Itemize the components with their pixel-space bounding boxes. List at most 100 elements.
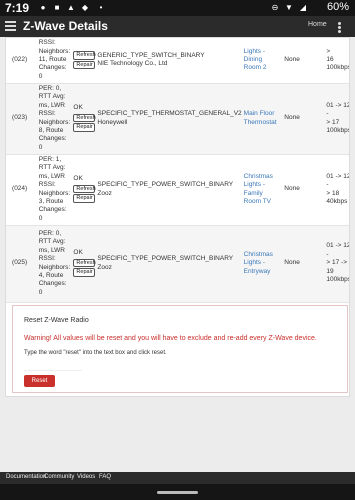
reset-warning: Warning! All values will be reset and yo… (24, 335, 317, 342)
device-stat-line: 11, Route (38, 56, 67, 64)
repair-button[interactable]: Repair (73, 60, 96, 70)
device-type: SPECIFIC_TYPE_POWER_SWITCH_BINARY (97, 181, 234, 189)
device-route-line: 100kbps (326, 64, 350, 72)
device-name-link[interactable]: Christmas Lights - Family Room TV (241, 154, 283, 226)
device-stat-line: 0 (38, 288, 43, 296)
device-stat-line: Neighbors: (38, 118, 71, 126)
device-row: (022) RSSI: Neighbors: 11, Route Changes: 0 Re… (6, 38, 350, 84)
reset-instruction: Type the word "reset" into the text box … (24, 350, 167, 356)
footer-bar: Documentation Community Videos FAQ (0, 472, 355, 484)
device-id: (022) (12, 56, 28, 64)
device-id: (023) (12, 114, 28, 122)
refresh-button[interactable]: Refresh (73, 184, 96, 194)
device-status: OK (73, 249, 83, 257)
refresh-button[interactable]: Refresh (73, 258, 96, 268)
footer-link-faq[interactable]: FAQ (99, 474, 111, 480)
device-name-line: Room 2 (243, 64, 267, 72)
device-name-line: Entryway (243, 267, 271, 275)
device-name-line: Christmas (243, 250, 273, 258)
device-name-line: Christmas (243, 172, 273, 180)
device-status: OK (73, 104, 83, 112)
device-route-line: 01 -> 12 - (326, 242, 350, 258)
device-security: None (284, 56, 300, 64)
device-manufacturer: Zooz (97, 189, 112, 197)
device-manufacturer: NIE Technology Co., Ltd (97, 60, 168, 68)
device-row: (023) PER: 0, RTT Avg: ms, LWR RSSI: Neighbor… (6, 83, 349, 155)
wifi-icon: ▼ (285, 3, 293, 12)
home-link[interactable]: Home (308, 21, 327, 28)
repair-button[interactable]: Repair (73, 268, 96, 277)
notification-icon-3: ▲ (67, 3, 75, 12)
device-stat-line: PER: 1, (38, 155, 62, 163)
repair-button[interactable]: Repair (73, 194, 96, 203)
device-route-line: > 18 (326, 189, 340, 197)
device-name-link[interactable]: Christmas Lights - Entryway (241, 225, 283, 303)
device-table: (022) RSSI: Neighbors: 11, Route Changes: 0 Re… (6, 38, 350, 303)
device-stat-line: RTT Avg: (38, 238, 66, 246)
device-stat-line: RTT Avg: (38, 164, 66, 172)
device-name-link[interactable]: Main Floor Thermostat (241, 83, 283, 155)
notification-icon-4: ◆ (81, 3, 89, 12)
device-stat-line: Changes: (38, 280, 67, 288)
device-stats-cell: RSSI: Neighbors: 11, Route Changes: 0 (36, 38, 72, 84)
reset-button[interactable]: Reset (24, 375, 55, 387)
device-stat-line: Neighbors: (38, 263, 71, 271)
device-security-cell: None (282, 225, 325, 303)
reset-radio-panel: Reset Z-Wave Radio Warning! All values w… (12, 305, 348, 393)
device-id-cell: (024) (10, 154, 37, 226)
device-security-cell: None (282, 154, 325, 226)
notification-icon-1: ● (40, 3, 46, 12)
device-stat-line: 0 (38, 72, 43, 80)
device-type-cell: GENERIC_TYPE_SWITCH_BINARY NIE Technology… (95, 38, 242, 84)
device-id: (025) (12, 259, 28, 267)
page-title: Z-Wave Details (23, 19, 108, 33)
device-route-line: 01 -> 12 - (326, 172, 350, 189)
device-name-line: Thermostat (243, 118, 277, 126)
device-stat-line: 3, Route (38, 197, 64, 205)
device-name-link[interactable]: Lights - Dining Room 2 (241, 38, 283, 84)
menu-icon[interactable] (5, 21, 16, 31)
device-name-line: Dining (243, 56, 263, 64)
device-type: GENERIC_TYPE_SWITCH_BINARY (97, 51, 205, 59)
device-name-line: Lights - (243, 181, 265, 189)
device-id-cell: (022) (10, 38, 37, 84)
app-bar: Z-Wave Details Home (0, 16, 355, 37)
device-route-line: > 17 (326, 118, 340, 126)
device-stat-line: 8, Route (38, 126, 64, 134)
device-id-cell: (023) (10, 83, 37, 155)
device-row: (024) PER: 1, RTT Avg: ms, LWR RSSI: Neighbor… (6, 154, 350, 226)
device-stat-line: PER: 0, (38, 229, 62, 237)
notification-icon-2: ■ (54, 3, 60, 12)
device-stat-line: 0 (38, 143, 43, 151)
signal-icon: ◢ (299, 3, 307, 12)
device-stats-cell: PER: 1, RTT Avg: ms, LWR RSSI: Neighbors: 3, … (36, 154, 72, 226)
device-stats-cell: PER: 0, RTT Avg: ms, LWR RSSI: Neighbors: 4, … (36, 225, 72, 303)
device-stat-line: 0 (38, 214, 43, 222)
repair-button[interactable]: Repair (73, 123, 96, 132)
device-stat-line: 4, Route (38, 271, 64, 279)
device-stat-line: ms, LWR (38, 172, 65, 180)
device-route-cell: 01 -> 12 - > 17 100kbps (324, 83, 349, 155)
device-type-cell: SPECIFIC_TYPE_POWER_SWITCH_BINARY Zooz (95, 225, 242, 303)
device-manufacturer: Honeywell (97, 118, 128, 126)
device-stat-line: Changes: (38, 206, 67, 214)
device-route-line: 100kbps (326, 276, 350, 284)
device-route-cell: 01 -> 12 - > 17 -> 19 100kbps (324, 225, 350, 303)
device-security: None (284, 185, 300, 193)
reset-confirm-input[interactable] (24, 363, 82, 371)
device-actions-cell: OK Refresh Repair (71, 154, 96, 226)
device-actions-cell: OK Refresh Repair (71, 225, 96, 303)
refresh-button[interactable]: Refresh (73, 51, 96, 60)
device-route-line: > (326, 47, 331, 55)
footer-link-community[interactable]: Community (44, 474, 74, 480)
home-gesture-handle[interactable] (157, 491, 198, 494)
device-actions-cell: Refresh Repair (71, 38, 96, 84)
do-not-disturb-icon: ⊖ (271, 3, 279, 12)
reset-title: Reset Z-Wave Radio (24, 317, 89, 324)
footer-link-videos[interactable]: Videos (77, 474, 95, 480)
device-name-line: Lights - (243, 259, 265, 267)
refresh-button[interactable]: Refresh (73, 113, 96, 123)
device-name-line: Family (243, 189, 263, 197)
footer-link-documentation[interactable]: Documentation (6, 474, 46, 480)
more-options-icon[interactable] (338, 22, 341, 34)
